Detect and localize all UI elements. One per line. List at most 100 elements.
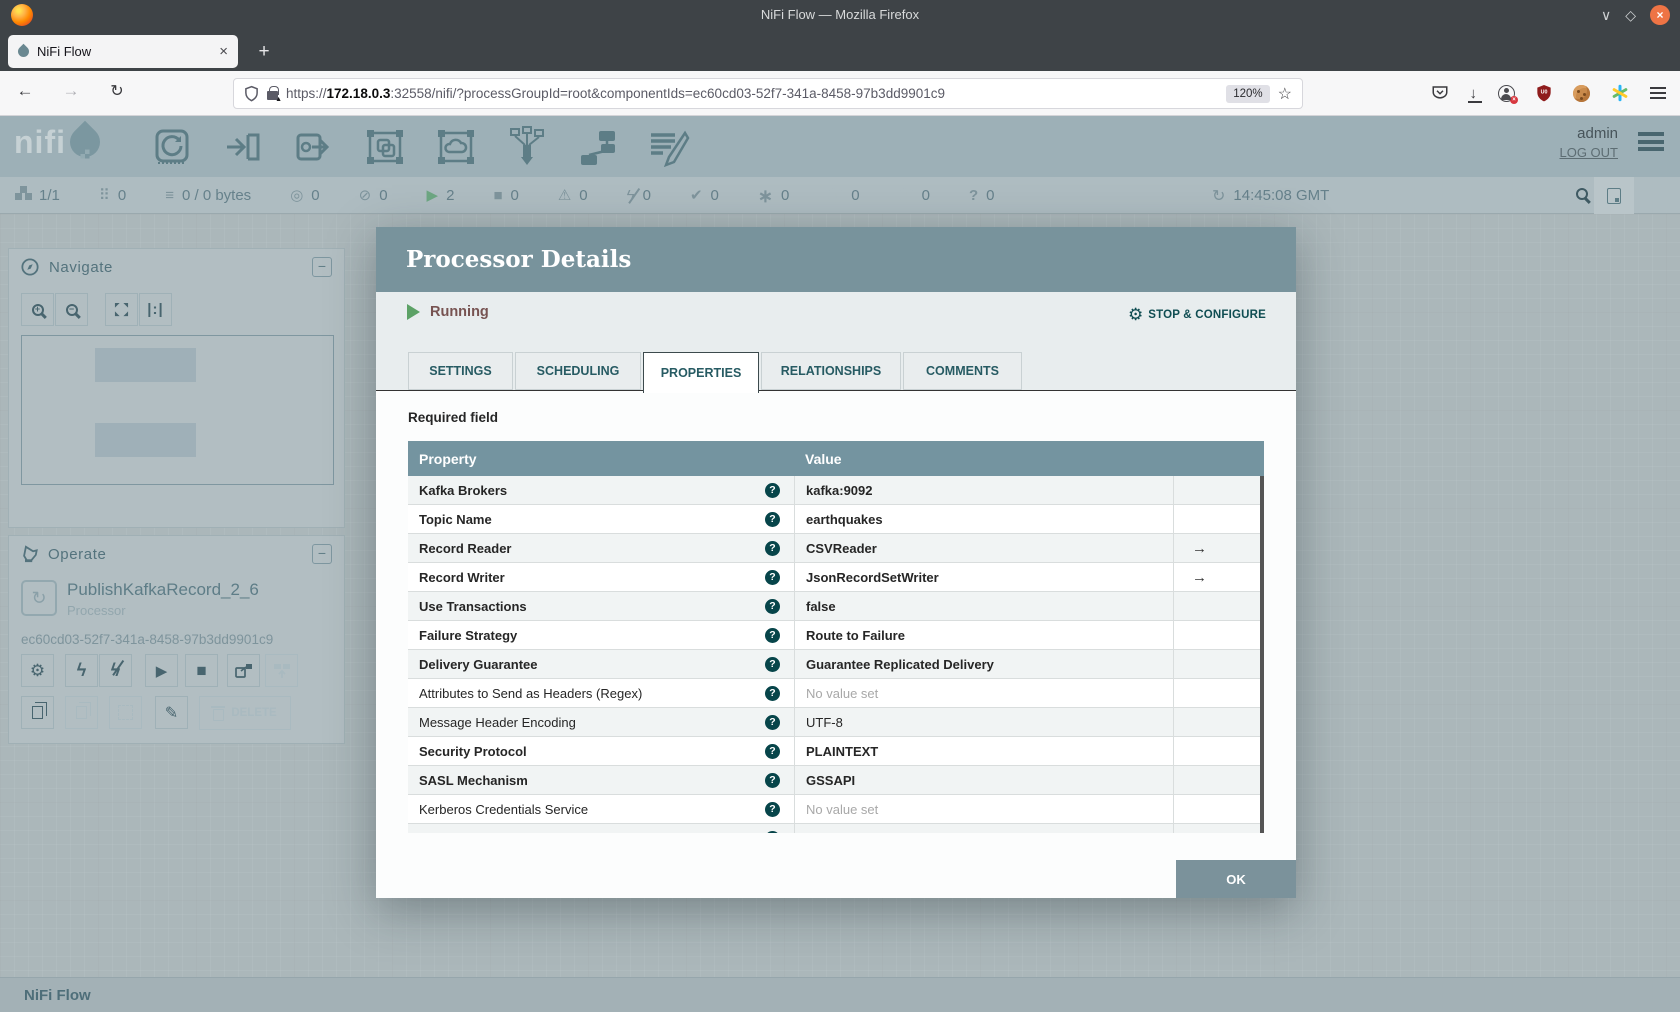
stop-button[interactable]: ■ bbox=[185, 654, 218, 687]
stat-disabled: ϟ0 bbox=[626, 187, 651, 204]
tab-settings[interactable]: SETTINGS bbox=[408, 352, 513, 390]
help-icon[interactable]: ? bbox=[765, 511, 780, 527]
table-row[interactable]: Delivery Guarantee? Guarantee Replicated… bbox=[408, 650, 1264, 679]
help-icon[interactable]: ? bbox=[765, 772, 780, 788]
tab-properties[interactable]: PROPERTIES bbox=[643, 352, 759, 393]
table-row[interactable]: Record Reader? CSVReader → bbox=[408, 534, 1264, 563]
help-icon[interactable]: ? bbox=[765, 627, 780, 643]
zoom-out-button[interactable]: − bbox=[55, 293, 88, 326]
table-scrollbar[interactable] bbox=[1260, 476, 1264, 833]
table-row[interactable]: Failure Strategy? Route to Failure bbox=[408, 621, 1264, 650]
help-icon[interactable]: ? bbox=[765, 569, 780, 585]
dialog-tabs: SETTINGS SCHEDULING PROPERTIES RELATIONS… bbox=[408, 352, 1022, 393]
browser-toolbar: ← → ↻ https://172.18.0.3:32558/nifi/?pro… bbox=[0, 71, 1680, 116]
processor-component-icon[interactable] bbox=[150, 126, 194, 168]
table-row[interactable]: Security Protocol? PLAINTEXT bbox=[408, 737, 1264, 766]
account-error-badge: × bbox=[1510, 95, 1518, 104]
tab-scheduling[interactable]: SCHEDULING bbox=[515, 352, 641, 390]
forward-button[interactable]: → bbox=[58, 81, 84, 101]
back-button[interactable]: ← bbox=[12, 81, 38, 101]
window-minimize-icon[interactable]: ∨ bbox=[1601, 8, 1611, 22]
table-row[interactable]: Use Transactions? false bbox=[408, 592, 1264, 621]
input-port-component-icon[interactable] bbox=[221, 126, 265, 168]
cookie-icon[interactable] bbox=[1573, 84, 1590, 102]
pocket-icon[interactable] bbox=[1431, 84, 1449, 102]
disable-button[interactable]: ϟ bbox=[99, 654, 132, 687]
tab-close-icon[interactable]: × bbox=[219, 43, 228, 60]
nifi-global-menu-icon[interactable] bbox=[1638, 132, 1664, 151]
help-icon[interactable]: ? bbox=[765, 656, 780, 672]
table-row[interactable]: SASL Mechanism? GSSAPI bbox=[408, 766, 1264, 795]
help-icon[interactable]: ? bbox=[765, 685, 780, 701]
window-close-button[interactable]: × bbox=[1650, 5, 1670, 25]
enable-button[interactable]: ϟ bbox=[65, 654, 98, 687]
stopped-icon: ■ bbox=[493, 187, 503, 204]
table-row[interactable]: Kerberos Credentials Service? No value s… bbox=[408, 795, 1264, 824]
page-zoom-badge[interactable]: 120% bbox=[1226, 84, 1270, 103]
logout-link[interactable]: LOG OUT bbox=[1559, 145, 1618, 160]
downloads-icon[interactable]: ↓ bbox=[1467, 85, 1481, 103]
search-icon[interactable] bbox=[1576, 188, 1588, 200]
color-button[interactable]: ✎ bbox=[155, 696, 188, 729]
copy-button[interactable] bbox=[21, 696, 54, 729]
process-group-component-icon[interactable] bbox=[363, 126, 407, 168]
tab-comments[interactable]: COMMENTS bbox=[903, 352, 1022, 390]
reload-button[interactable]: ↻ bbox=[104, 81, 130, 101]
table-row[interactable]: Attributes to Send as Headers (Regex)? N… bbox=[408, 679, 1264, 708]
help-icon[interactable]: ? bbox=[765, 801, 780, 817]
zoom-actual-button[interactable]: |:| bbox=[139, 293, 172, 326]
help-icon[interactable]: ? bbox=[765, 540, 780, 556]
label-component-icon[interactable] bbox=[647, 126, 691, 168]
start-button[interactable]: ▶ bbox=[145, 654, 178, 687]
operate-collapse-button[interactable]: − bbox=[312, 544, 332, 564]
save-flow-version-button[interactable] bbox=[227, 654, 260, 687]
help-icon[interactable]: ? bbox=[765, 743, 780, 759]
breadcrumb[interactable]: NiFi Flow bbox=[24, 987, 91, 1004]
go-to-service-icon[interactable]: → bbox=[1174, 563, 1264, 591]
window-restore-icon[interactable]: ◇ bbox=[1625, 8, 1636, 22]
ok-button[interactable]: OK bbox=[1176, 860, 1296, 898]
svg-text:U0: U0 bbox=[1541, 90, 1548, 96]
tab-relationships[interactable]: RELATIONSHIPS bbox=[761, 352, 901, 390]
breadcrumb-bar: NiFi Flow bbox=[0, 977, 1680, 1012]
birdseye-minimap[interactable] bbox=[21, 335, 334, 485]
stop-and-configure-button[interactable]: ⚙ STOP & CONFIGURE bbox=[1128, 305, 1266, 325]
stat-locally-modified: ∗ 0 bbox=[757, 185, 790, 206]
help-icon[interactable]: ? bbox=[765, 482, 780, 498]
table-row[interactable]: Message Header Encoding? UTF-8 bbox=[408, 708, 1264, 737]
bulletin-panel-button[interactable] bbox=[1594, 177, 1634, 214]
firefox-menu-icon[interactable] bbox=[1650, 87, 1666, 99]
navigate-collapse-button[interactable]: − bbox=[312, 257, 332, 277]
trash-icon bbox=[211, 705, 226, 721]
minimap-processor bbox=[95, 348, 196, 382]
help-icon[interactable]: ? bbox=[765, 714, 780, 730]
new-tab-button[interactable]: + bbox=[250, 38, 278, 66]
shield-icon[interactable] bbox=[244, 85, 259, 102]
gear-icon: ⚙ bbox=[1127, 305, 1144, 324]
lock-warning-icon[interactable] bbox=[267, 86, 282, 103]
help-icon[interactable]: ? bbox=[765, 598, 780, 614]
bookmark-star-icon[interactable]: ☆ bbox=[1278, 84, 1292, 104]
output-port-component-icon[interactable] bbox=[292, 126, 336, 168]
flow-canvas[interactable]: Navigate − + − |:| Operate − ↻ PublishKa… bbox=[0, 214, 1680, 1012]
paste-button bbox=[65, 696, 98, 729]
zoom-fit-button[interactable] bbox=[105, 293, 138, 326]
template-component-icon[interactable] bbox=[576, 126, 620, 168]
go-to-service-icon[interactable]: → bbox=[1174, 534, 1264, 562]
account-icon[interactable]: × bbox=[1498, 84, 1518, 104]
ublock-shield-icon[interactable]: U0 bbox=[1536, 84, 1552, 102]
table-row[interactable]: Record Writer? JsonRecordSetWriter → bbox=[408, 563, 1264, 592]
funnel-component-icon[interactable] bbox=[505, 126, 549, 168]
zoom-in-button[interactable]: + bbox=[21, 293, 54, 326]
colorful-asterisk-icon[interactable] bbox=[1611, 84, 1629, 102]
configure-button[interactable]: ⚙ bbox=[21, 654, 54, 687]
url-bar[interactable]: https://172.18.0.3:32558/nifi/?processGr… bbox=[233, 78, 1303, 109]
remote-process-group-component-icon[interactable] bbox=[434, 126, 478, 168]
table-row[interactable]: Topic Name? earthquakes bbox=[408, 505, 1264, 534]
window-titlebar: NiFi Flow — Mozilla Firefox ∨ ◇ × bbox=[0, 0, 1680, 30]
browser-tab[interactable]: NiFi Flow × bbox=[8, 35, 238, 68]
url-text[interactable]: https://172.18.0.3:32558/nifi/?processGr… bbox=[286, 86, 1218, 101]
transmitting-icon: ◎ bbox=[290, 187, 304, 204]
refresh-icon[interactable]: ↻ bbox=[1212, 186, 1225, 206]
table-row[interactable]: Kafka Brokers? kafka:9092 bbox=[408, 476, 1264, 505]
